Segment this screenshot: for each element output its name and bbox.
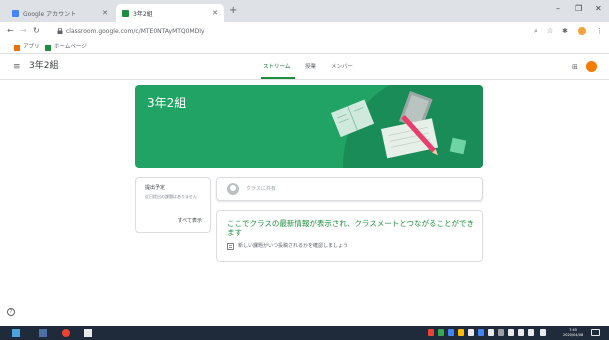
- chrome-icon[interactable]: [62, 329, 70, 337]
- notification-icon[interactable]: [591, 329, 600, 336]
- menu-icon[interactable]: ⋮: [596, 26, 603, 36]
- lock-icon: [57, 28, 63, 34]
- apps-grid-icon: [14, 44, 20, 51]
- upcoming-title: 提出予定: [145, 185, 166, 191]
- view-all-link[interactable]: すべて表示: [178, 218, 202, 225]
- tray-app-icon[interactable]: [498, 329, 504, 336]
- close-tab-icon[interactable]: ✕: [102, 9, 108, 17]
- share-box[interactable]: クラスに共有: [216, 177, 483, 201]
- help-icon[interactable]: ?: [7, 308, 15, 316]
- main-menu-icon[interactable]: ≡: [13, 62, 21, 72]
- tray-app-icon[interactable]: [448, 329, 454, 336]
- banner-illustration: [331, 85, 483, 168]
- upcoming-description: 近日提出の課題はありません: [145, 194, 197, 199]
- battery-icon[interactable]: [528, 329, 534, 336]
- upcoming-card: 提出予定 近日提出の課題はありません すべて表示: [135, 177, 211, 233]
- tray-app-icon[interactable]: [458, 329, 464, 336]
- classroom-header: ≡ 3年2組 ストリーム 授業 メンバー ⊞: [0, 54, 609, 80]
- network-icon[interactable]: [508, 329, 514, 336]
- browser-toolbar: ← → ↻ classroom.google.com/c/MTE0NTAyMTQ…: [0, 22, 609, 41]
- volume-icon[interactable]: [518, 329, 524, 336]
- class-banner: 3年2組: [135, 85, 483, 168]
- restore-icon[interactable]: ❐: [575, 4, 582, 14]
- browser-tab-strip: Google アカウント ✕ 3年2組 ✕ + – ❐ ✕: [0, 0, 609, 22]
- tab-classroom[interactable]: 3年2組 ✕: [116, 4, 224, 22]
- tab-google-account[interactable]: Google アカウント ✕: [6, 4, 114, 22]
- tray-app-icon[interactable]: [488, 329, 494, 336]
- tray-app-icon[interactable]: [428, 329, 434, 336]
- reload-icon[interactable]: ↻: [33, 26, 40, 36]
- tab-title: 3年2組: [133, 10, 153, 18]
- close-tab-icon[interactable]: ✕: [212, 9, 218, 17]
- tray-app-icon[interactable]: [478, 329, 484, 336]
- ime-icon[interactable]: [540, 329, 546, 336]
- search-icon[interactable]: ⌕: [534, 26, 538, 36]
- stream-sub: 新しい課題がいつ投稿されるかを確認しましょう: [227, 243, 348, 250]
- stream-message: ここでクラスの最新情報が表示され、クラスメートとつながることができます: [227, 219, 474, 237]
- address-bar[interactable]: classroom.google.com/c/MTE0NTAyMTQ0MDIy: [66, 27, 205, 36]
- user-avatar-icon: [227, 183, 239, 195]
- file-icon[interactable]: [84, 329, 92, 337]
- extensions-icon[interactable]: ✱: [562, 26, 568, 36]
- stream-info-card: ここでクラスの最新情報が表示され、クラスメートとつながることができます 新しい課…: [216, 210, 483, 262]
- tray-app-icon[interactable]: [468, 329, 474, 336]
- tab-title: Google アカウント: [23, 10, 77, 18]
- tab-people[interactable]: メンバー: [331, 63, 353, 71]
- google-apps-icon[interactable]: ⊞: [572, 63, 578, 71]
- task-view-icon[interactable]: [39, 329, 47, 337]
- bookmarks-bar: アプリ ホームページ: [0, 41, 609, 54]
- close-window-icon[interactable]: ✕: [595, 4, 602, 14]
- tab-stream[interactable]: ストリーム: [263, 63, 290, 71]
- classroom-favicon-icon: [122, 9, 129, 17]
- start-icon[interactable]: [12, 329, 20, 337]
- back-icon[interactable]: ←: [7, 26, 14, 36]
- windows-taskbar: 7:45 2020/04/08: [0, 326, 609, 340]
- minimize-icon[interactable]: –: [556, 4, 560, 14]
- account-avatar[interactable]: [586, 61, 597, 72]
- class-title[interactable]: 3年2組: [29, 61, 58, 72]
- google-favicon-icon: [12, 9, 19, 17]
- new-tab-icon[interactable]: +: [229, 6, 237, 16]
- forward-icon[interactable]: →: [20, 26, 27, 36]
- taskbar-clock[interactable]: 7:45 2020/04/08: [563, 328, 583, 338]
- assignment-icon: [227, 243, 234, 250]
- share-placeholder: クラスに共有: [246, 186, 276, 192]
- tab-classwork[interactable]: 授業: [305, 63, 316, 71]
- bookmark-apps[interactable]: アプリ: [14, 44, 40, 51]
- bookmark-star-icon[interactable]: ☆: [547, 26, 553, 36]
- homepage-icon: [45, 44, 51, 51]
- active-tab-indicator: [261, 77, 295, 79]
- bookmark-homepage[interactable]: ホームページ: [45, 44, 87, 51]
- banner-class-name: 3年2組: [147, 96, 187, 110]
- profile-icon[interactable]: [578, 27, 586, 35]
- tray-app-icon[interactable]: [438, 329, 444, 336]
